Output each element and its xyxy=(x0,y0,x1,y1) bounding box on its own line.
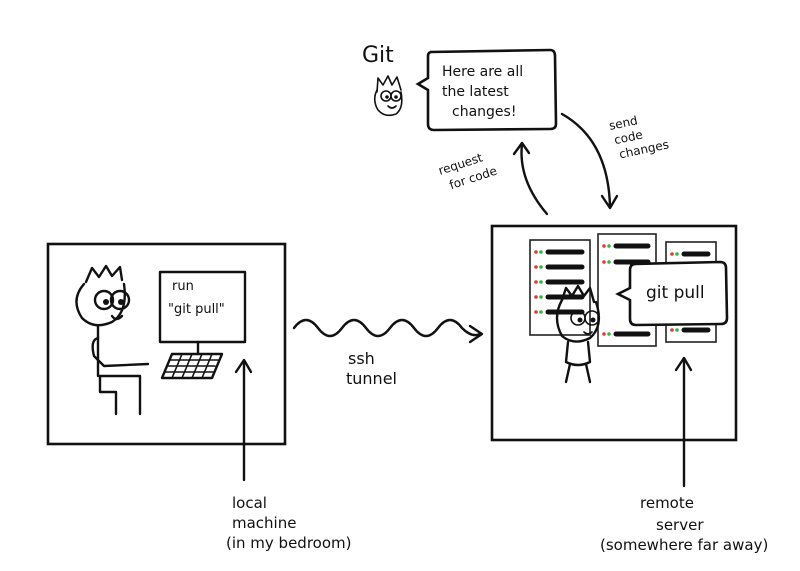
local-machine-panel xyxy=(46,242,287,446)
send-arrow xyxy=(560,112,612,208)
remote-label: remote server (somewhere far away) xyxy=(600,494,768,554)
ssh-tunnel-wave xyxy=(292,318,482,338)
git-speech-line-2: the latest xyxy=(442,84,509,100)
ssh-label: ssh tunnel xyxy=(346,349,397,388)
ssh-git-diagram: Git Here are all the latest changes! req… xyxy=(46,43,768,554)
request-label: request for code xyxy=(437,147,499,194)
git-title: Git xyxy=(362,43,394,68)
git-speech-line-1: Here are all xyxy=(442,64,523,80)
local-label: local machine (in my bedroom) xyxy=(226,494,351,552)
git-mascot-icon xyxy=(373,75,403,117)
send-label: send code changes xyxy=(608,108,670,162)
request-arrow xyxy=(520,142,549,216)
server-speech-text: git pull xyxy=(646,283,705,303)
git-speech-line-3: changes! xyxy=(452,104,516,120)
